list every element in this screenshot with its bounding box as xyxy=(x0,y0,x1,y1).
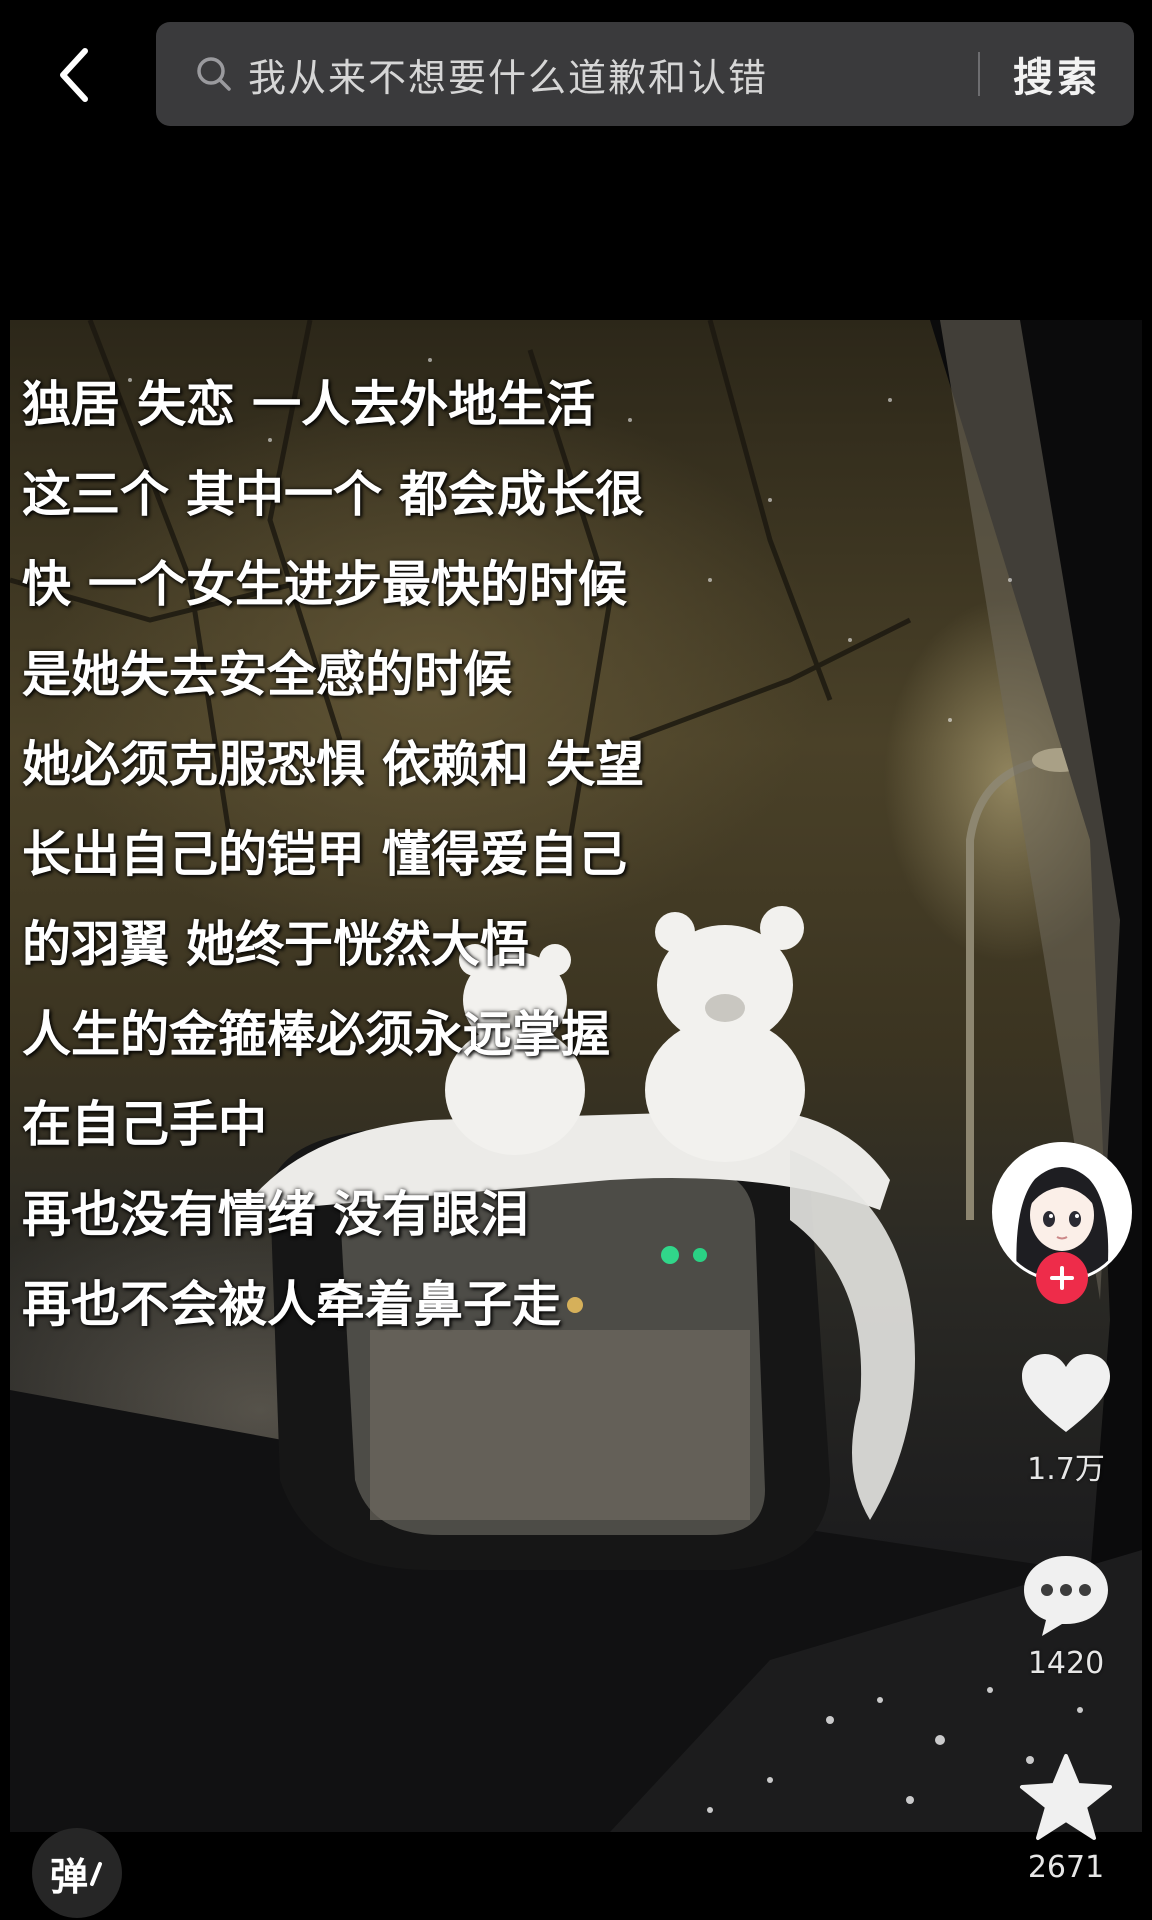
caption-line: 她必须克服恐惧 依赖和 失望 xyxy=(22,736,645,793)
video-player-screen: 我从来不想要什么道歉和认错 搜索 独居 失恋 一人去外地生活 这三个 其中一个 … xyxy=(0,0,1152,1920)
favorite-button[interactable]: 2671 xyxy=(996,1752,1136,1885)
star-icon xyxy=(1020,1754,1112,1840)
search-icon xyxy=(194,54,234,94)
caption-line: 长出自己的铠甲 懂得爱自己 xyxy=(22,826,628,883)
danmaku-toggle-button[interactable]: 弹 xyxy=(32,1828,122,1918)
back-button[interactable] xyxy=(40,40,110,110)
plus-icon xyxy=(1050,1266,1074,1290)
video-frame[interactable]: 独居 失恋 一人去外地生活 这三个 其中一个 都会成长很 快 一个女生进步最快的… xyxy=(10,320,1142,1832)
caption-line: 独居 失恋 一人去外地生活 xyxy=(22,376,596,433)
caption-line: 再也没有情绪 没有眼泪 xyxy=(22,1186,530,1243)
caption-line: 在自己手中 xyxy=(22,1096,268,1153)
like-button[interactable]: 1.7万 xyxy=(996,1352,1136,1488)
search-input[interactable]: 我从来不想要什么道歉和认错 xyxy=(248,47,978,102)
caption-line: 是她失去安全感的时候 xyxy=(22,646,513,703)
heart-icon xyxy=(1022,1354,1110,1432)
search-button[interactable]: 搜索 xyxy=(980,45,1134,103)
caption-line: 再也不会被人牵着鼻子走 xyxy=(22,1276,562,1333)
comment-count: 1420 xyxy=(1027,1646,1105,1681)
search-bar[interactable]: 我从来不想要什么道歉和认错 搜索 xyxy=(156,22,1134,126)
caption-line: 的羽翼 她终于恍然大悟 xyxy=(22,916,530,973)
comment-button[interactable]: 1420 xyxy=(996,1552,1136,1681)
favorite-count: 2671 xyxy=(1027,1850,1105,1885)
comment-bubble-icon xyxy=(1024,1556,1108,1636)
video-caption-overlay: 独居 失恋 一人去外地生活 这三个 其中一个 都会成长很 快 一个女生进步最快的… xyxy=(22,360,644,1350)
danmaku-slash-icon xyxy=(90,1862,102,1886)
author-avatar-button[interactable] xyxy=(992,1142,1132,1304)
caption-line: 这三个 其中一个 都会成长很 xyxy=(22,466,645,523)
chevron-left-icon xyxy=(60,48,88,102)
follow-button[interactable] xyxy=(1036,1252,1088,1304)
like-count: 1.7万 xyxy=(1027,1452,1105,1487)
caption-line: 人生的金箍棒必须永远掌握 xyxy=(22,1006,611,1063)
danmaku-label: 弹 xyxy=(49,1854,88,1899)
caption-line: 快 一个女生进步最快的时候 xyxy=(22,556,628,613)
